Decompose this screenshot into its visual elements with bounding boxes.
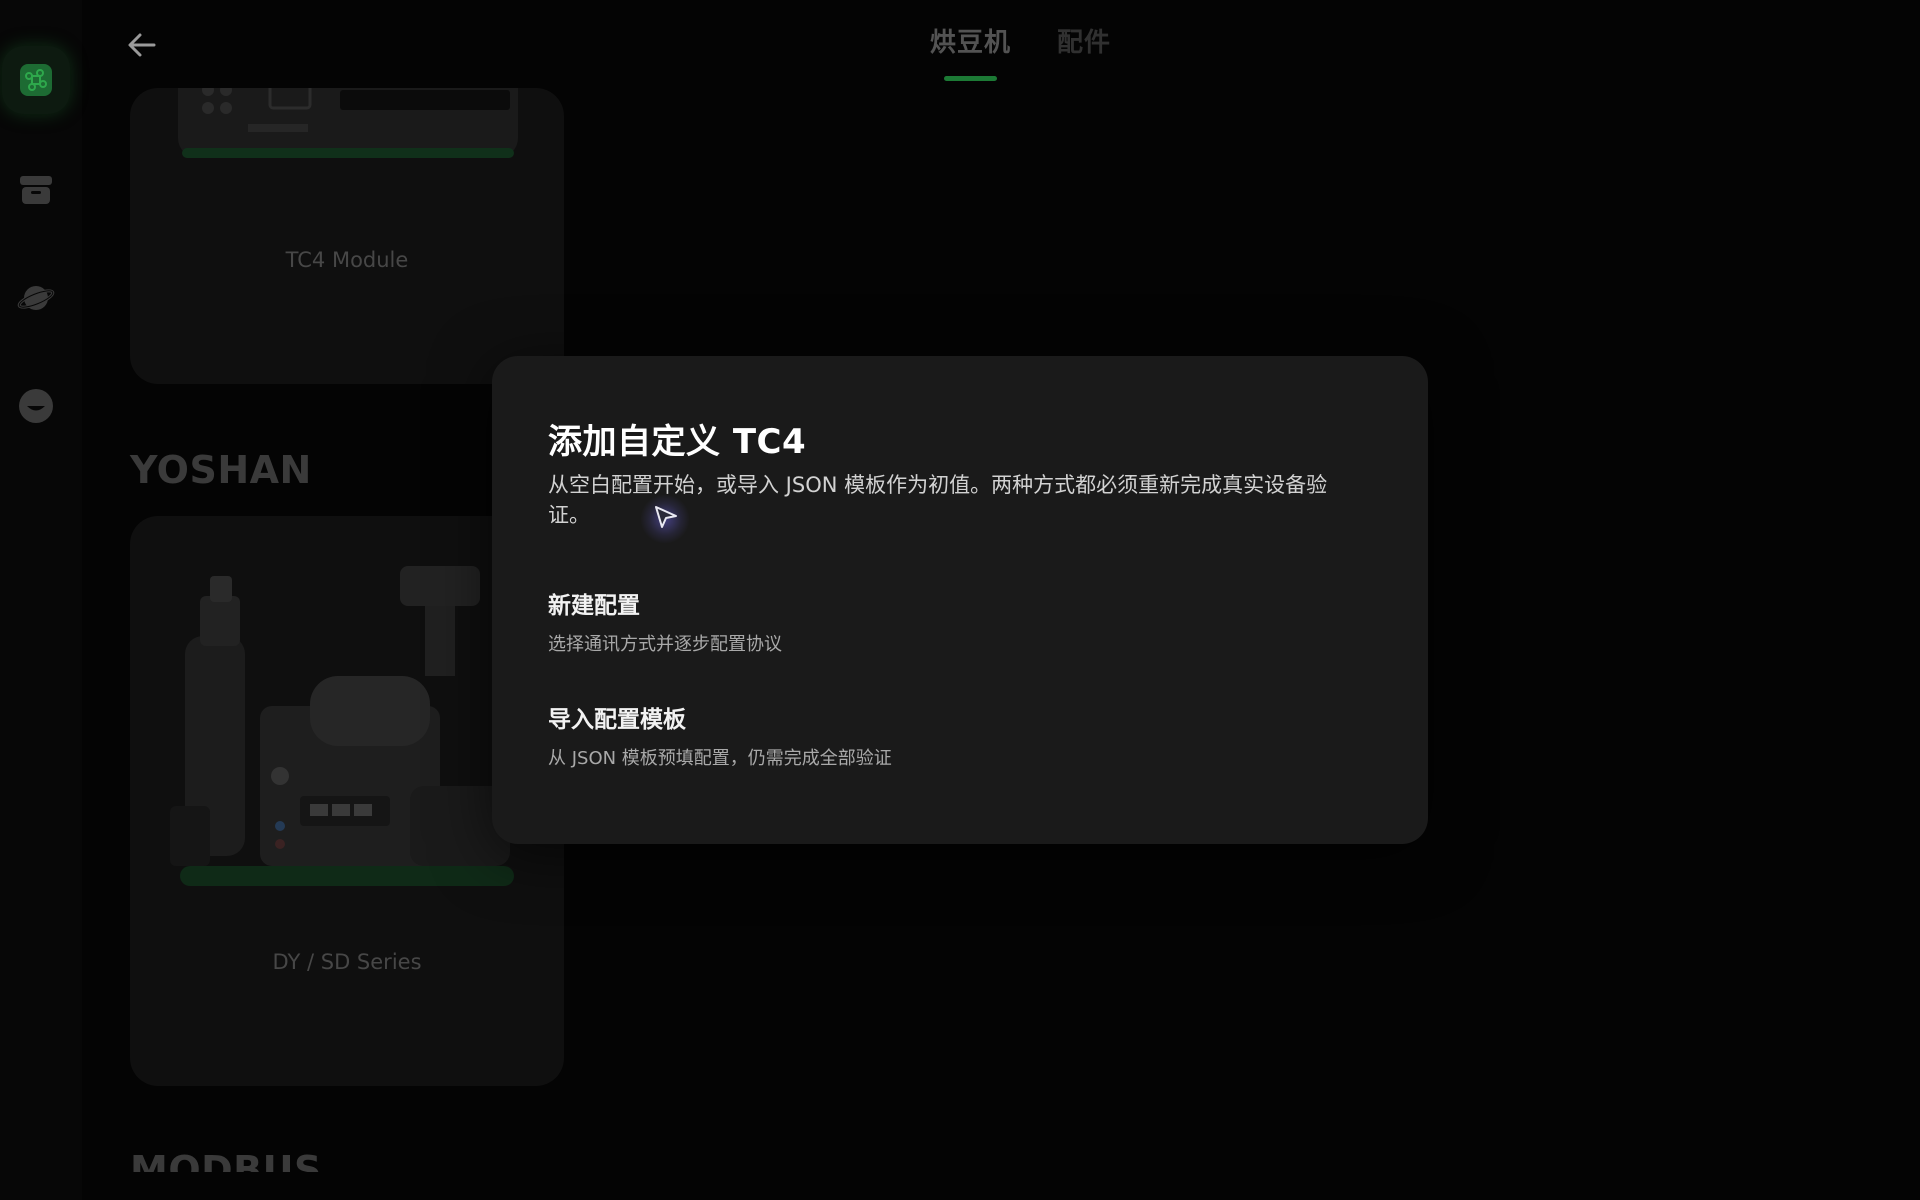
device-card-label: DY / SD Series [272,950,422,974]
back-button[interactable] [118,24,166,66]
archive-icon [20,176,52,204]
app-window: 烘豆机 配件 TC4 Module YOSHAN DY / SD Series … [0,0,1920,1200]
brand-heading-modbus: MODBUS [130,1148,322,1172]
command-icon [20,64,52,96]
new-config-option[interactable]: 新建配置 选择通讯方式并逐步配置协议 [534,574,1374,666]
dialog-title: 添加自定义 TC4 [548,422,807,462]
pointer-cursor-icon [655,506,677,528]
option-subtitle: 从 JSON 模板预填配置，仍需完成全部验证 [548,748,892,769]
tab-roasters[interactable]: 烘豆机 [930,22,1011,81]
sidebar-item-profile[interactable] [0,370,72,442]
device-card-label: TC4 Module [285,248,409,272]
sidebar [0,0,82,1200]
sidebar-item-archive[interactable] [0,154,72,226]
tc4-module-image [178,88,518,158]
add-custom-tc4-dialog: 添加自定义 TC4 从空白配置开始，或导入 JSON 模板作为初值。两种方式都必… [492,356,1428,844]
arrow-left-icon [128,33,156,57]
device-card-tc4[interactable]: TC4 Module [130,88,564,384]
category-tabs: 烘豆机 配件 [930,22,1111,81]
smile-icon [19,389,53,423]
option-title: 新建配置 [548,593,640,619]
option-title: 导入配置模板 [548,707,686,733]
tab-accessories[interactable]: 配件 [1057,22,1111,81]
sidebar-item-roasters[interactable] [0,44,72,116]
sidebar-item-explore[interactable] [0,262,72,334]
import-template-option[interactable]: 导入配置模板 从 JSON 模板预填配置，仍需完成全部验证 [534,688,1374,780]
brand-heading-yoshan: YOSHAN [130,448,312,492]
planet-icon [17,286,55,310]
option-subtitle: 选择通讯方式并逐步配置协议 [548,634,782,655]
